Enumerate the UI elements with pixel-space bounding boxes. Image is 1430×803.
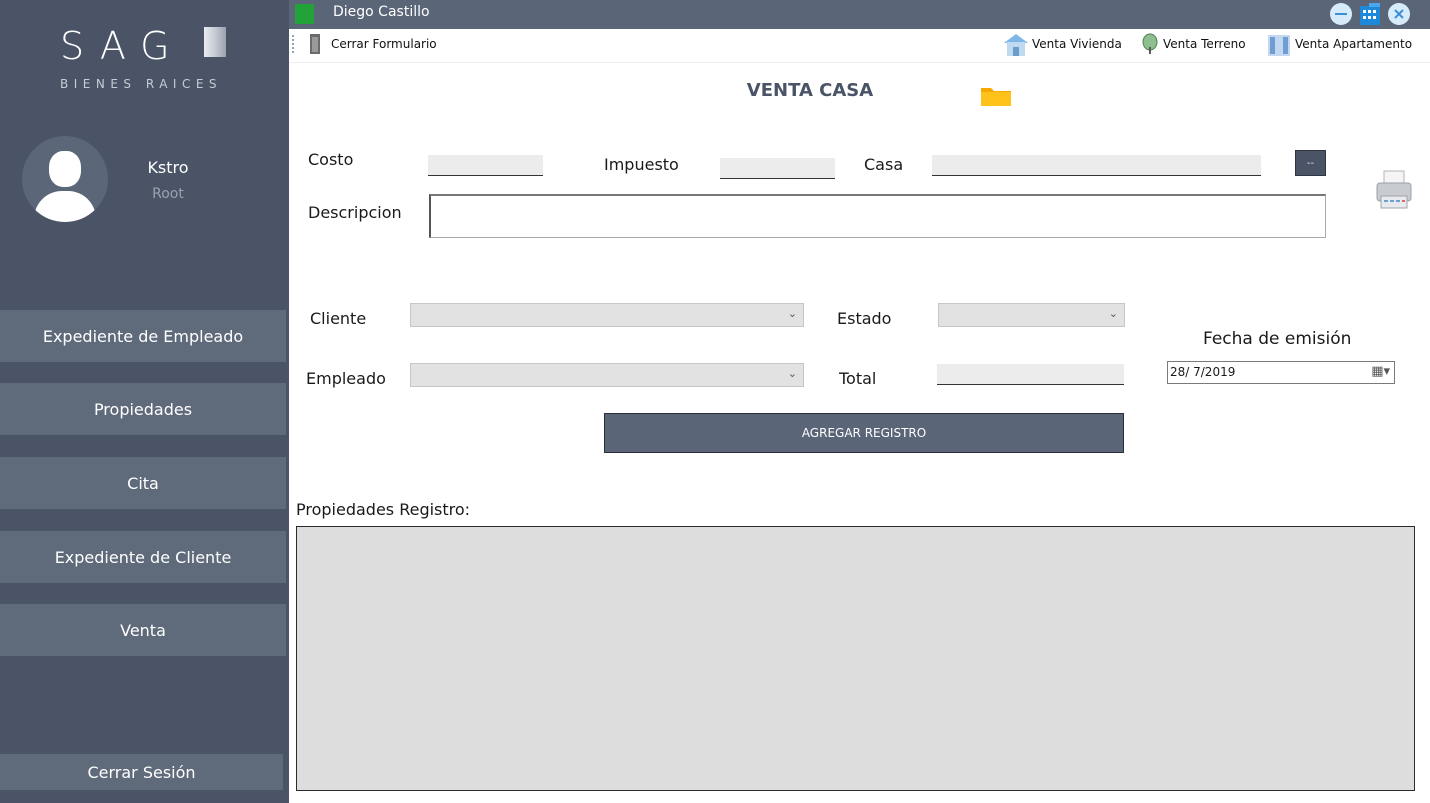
close-form-button[interactable]: Cerrar Formulario — [331, 37, 437, 51]
logo-building-icon — [204, 27, 226, 57]
nav-expediente-cliente[interactable]: Expediente de Cliente — [0, 531, 286, 583]
form-title: VENTA CASA — [746, 80, 874, 101]
logo-subtitle: BIENES RAICES — [60, 77, 223, 91]
label-impuesto: Impuesto — [604, 155, 679, 174]
close-icon[interactable] — [1388, 3, 1410, 25]
estado-select[interactable]: ⌄ — [938, 303, 1125, 327]
label-casa: Casa — [864, 155, 904, 174]
label-descripcion: Descripcion — [308, 203, 402, 222]
chevron-down-icon: ⌄ — [1108, 307, 1118, 320]
propiedades-registro-grid[interactable] — [296, 526, 1415, 791]
label-fecha-emision: Fecha de emisión — [1203, 329, 1352, 349]
title-bar: Diego Castillo — [289, 0, 1430, 29]
label-cliente: Cliente — [310, 309, 367, 328]
nav-expediente-empleado[interactable]: Expediente de Empleado — [0, 310, 286, 362]
user-role: Root — [152, 186, 184, 202]
minimize-icon[interactable] — [1330, 3, 1352, 25]
nav-cita[interactable]: Cita — [0, 457, 286, 509]
calendar-dropdown-icon[interactable]: ▦▾ — [1371, 364, 1390, 379]
chevron-down-icon: ⌄ — [787, 307, 797, 320]
agregar-registro-button[interactable]: AGREGAR REGISTRO — [604, 413, 1124, 453]
costo-input[interactable] — [428, 155, 543, 176]
toolstrip: Cerrar Formulario Venta Vivienda Venta T… — [289, 29, 1430, 63]
total-input[interactable] — [937, 364, 1124, 385]
tree-icon — [1141, 33, 1159, 59]
user-name: Kstro — [147, 158, 189, 177]
browse-casa-button[interactable]: -- — [1295, 150, 1326, 176]
fecha-emision-datepicker[interactable]: 28/ 7/2019 ▦▾ — [1167, 361, 1395, 384]
nav-propiedades[interactable]: Propiedades — [0, 383, 286, 435]
label-empleado: Empleado — [306, 369, 386, 388]
descripcion-textarea[interactable] — [429, 194, 1326, 238]
window-title: Diego Castillo — [333, 4, 430, 20]
logout-button[interactable]: Cerrar Sesión — [0, 754, 283, 790]
empleado-select[interactable]: ⌄ — [410, 363, 804, 387]
impuesto-input[interactable] — [720, 158, 835, 179]
cliente-select[interactable]: ⌄ — [410, 303, 804, 327]
casa-input[interactable] — [932, 155, 1261, 176]
restore-building-icon[interactable] — [1357, 3, 1383, 25]
label-estado: Estado — [837, 309, 892, 328]
apartment-icon — [1267, 33, 1291, 61]
printer-icon[interactable] — [1375, 170, 1413, 210]
label-costo: Costo — [308, 150, 354, 169]
venta-terreno-button[interactable]: Venta Terreno — [1163, 37, 1246, 51]
status-indicator-icon — [295, 4, 314, 24]
label-total: Total — [839, 369, 877, 388]
venta-apartamento-button[interactable]: Venta Apartamento — [1295, 37, 1412, 51]
avatar — [22, 136, 108, 222]
chevron-down-icon: ⌄ — [787, 367, 797, 380]
venta-vivienda-button[interactable]: Venta Vivienda — [1032, 37, 1122, 51]
logo-text: SAG — [60, 24, 185, 68]
sidebar: SAG BIENES RAICES Kstro Root Expediente … — [0, 0, 289, 803]
building-icon — [309, 33, 321, 59]
toolstrip-grip[interactable] — [292, 35, 296, 53]
folder-icon[interactable] — [981, 86, 1011, 106]
user-silhouette-icon — [49, 151, 81, 187]
house-icon — [1003, 33, 1029, 61]
date-value: 28/ 7/2019 — [1170, 365, 1236, 379]
nav-venta[interactable]: Venta — [0, 604, 286, 656]
grid-label: Propiedades Registro: — [296, 500, 471, 519]
